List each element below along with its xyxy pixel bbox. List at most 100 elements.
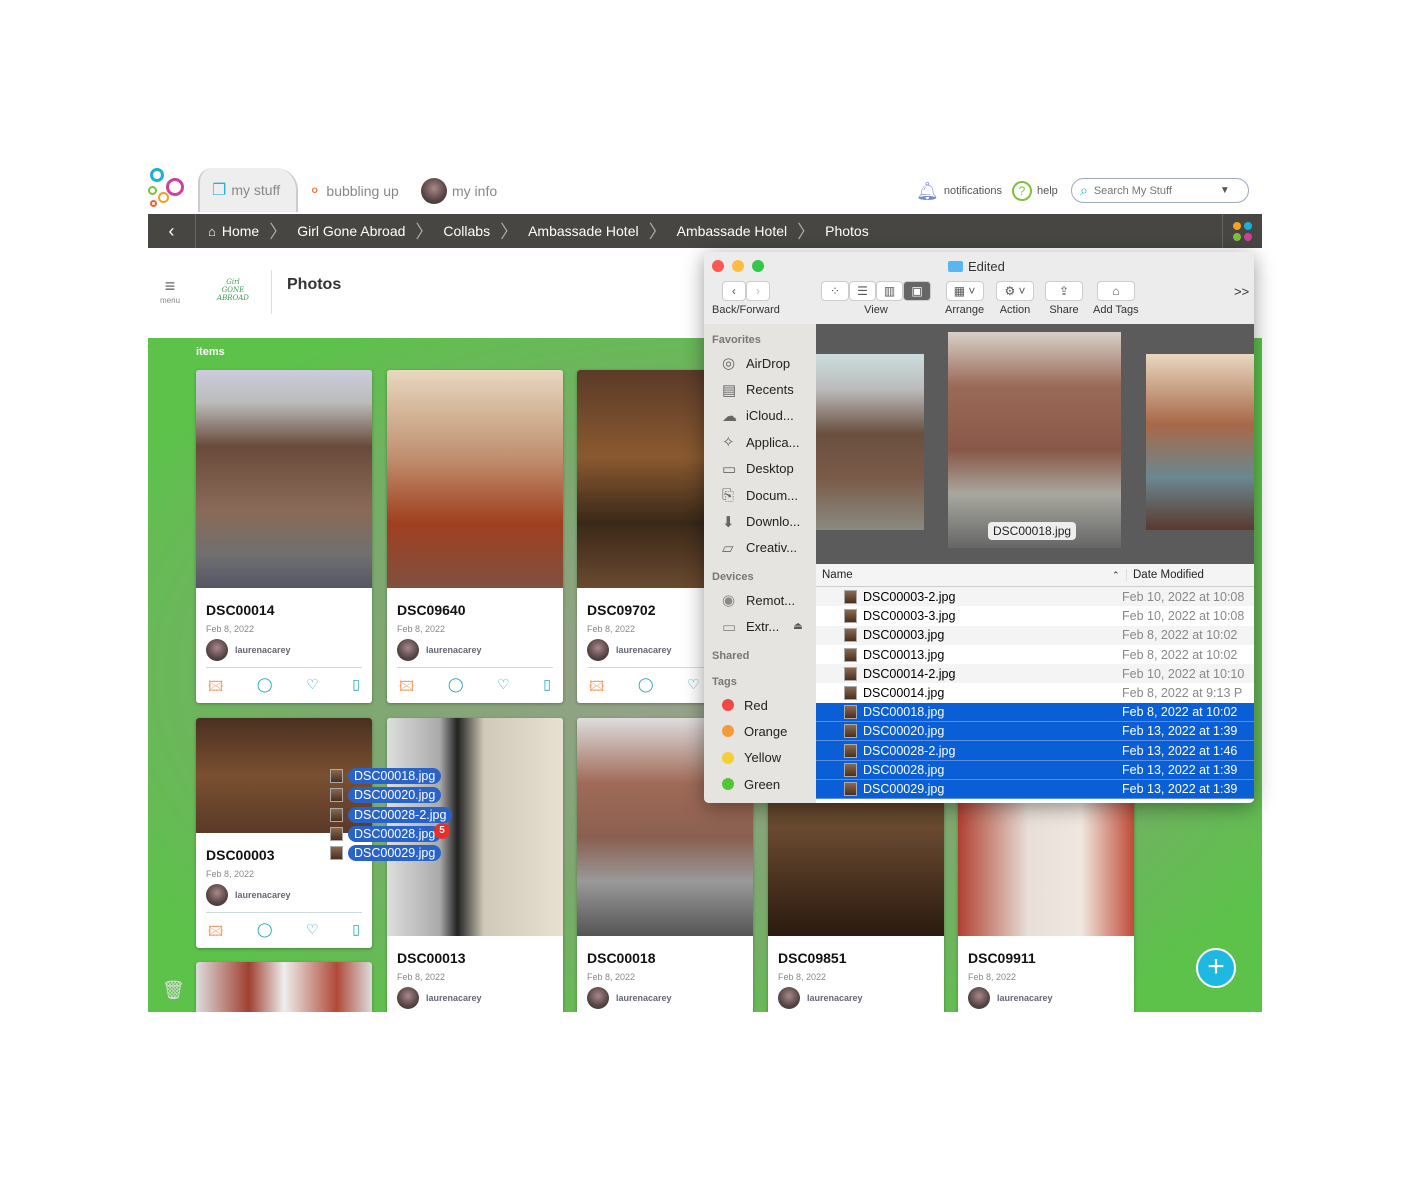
file-row[interactable]: DSC00028-2.jpg Feb 13, 2022 at 1:46 bbox=[816, 741, 1254, 761]
chevron-right-icon: 〉 bbox=[648, 222, 667, 242]
column-header-date[interactable]: Date Modified bbox=[1126, 569, 1204, 581]
document-icon[interactable]: ▯ bbox=[352, 676, 360, 700]
file-row[interactable]: DSC00014.jpg Feb 8, 2022 at 9:13 P bbox=[816, 683, 1254, 702]
photo-thumbnail[interactable] bbox=[387, 370, 563, 588]
breadcrumb-item[interactable]: Ambassade Hotel bbox=[528, 223, 639, 239]
sidebar-item[interactable]: ◎ AirDrop bbox=[704, 350, 816, 376]
back-button[interactable]: ‹ bbox=[148, 214, 196, 248]
apps-grid-button[interactable] bbox=[1222, 214, 1262, 248]
file-date: Feb 8, 2022 at 9:13 P bbox=[1122, 686, 1243, 701]
sidebar-tag[interactable]: Red bbox=[704, 692, 816, 718]
breadcrumb-item[interactable]: Ambassade Hotel bbox=[677, 223, 788, 239]
card-owner: laurenacarey bbox=[397, 639, 563, 661]
file-name: DSC00014.jpg bbox=[863, 686, 945, 701]
heart-plus-icon[interactable]: ♡ bbox=[306, 676, 319, 700]
sidebar-item[interactable]: ▭ Extr... ⏏ bbox=[704, 614, 816, 640]
breadcrumb-item[interactable]: Girl Gone Abroad bbox=[297, 223, 405, 239]
file-row[interactable]: DSC00003-3.jpg Feb 10, 2022 at 10:08 bbox=[816, 606, 1254, 625]
sidebar-tag[interactable]: Green bbox=[704, 771, 816, 797]
card-title[interactable]: DSC00014 bbox=[206, 602, 372, 618]
notifications-link[interactable]: 🔔︎ notifications bbox=[916, 173, 1002, 209]
sidebar-item[interactable]: ▤ Recents bbox=[704, 376, 816, 402]
sidebar-tag[interactable]: Orange bbox=[704, 718, 816, 744]
tab-bubbling-up[interactable]: ⚬ bubbling up bbox=[308, 173, 399, 209]
action-button[interactable]: ⚙ ˅ bbox=[996, 281, 1034, 301]
card-title[interactable]: DSC09911 bbox=[968, 950, 1134, 966]
icon-view-button[interactable]: ⁘ bbox=[821, 281, 849, 301]
app-logo[interactable] bbox=[148, 168, 188, 210]
gallery-view-button[interactable]: ▣ bbox=[903, 281, 931, 301]
image-icon[interactable]: 🖾︎ bbox=[589, 676, 604, 700]
menu-button[interactable]: ≡ menu bbox=[160, 277, 180, 305]
dropdown-arrow-icon[interactable]: ▼ bbox=[1220, 185, 1230, 196]
file-row[interactable]: DSC00018.jpg Feb 8, 2022 at 10:02 bbox=[816, 702, 1254, 723]
avatar bbox=[206, 884, 228, 906]
heart-plus-icon[interactable]: ♡ bbox=[497, 676, 510, 700]
search-input[interactable] bbox=[1093, 184, 1214, 197]
file-row[interactable]: DSC00029.jpg Feb 13, 2022 at 1:39 bbox=[816, 779, 1254, 800]
breadcrumb-item[interactable]: Photos bbox=[825, 223, 869, 239]
heart-plus-icon[interactable]: ♡ bbox=[687, 676, 700, 700]
sidebar-item[interactable]: ⎘ Docum... bbox=[704, 482, 816, 508]
zoom-window-button[interactable] bbox=[752, 260, 764, 272]
list-view-button[interactable]: ☰ bbox=[849, 281, 876, 301]
thumbnail[interactable] bbox=[816, 354, 924, 530]
comment-icon[interactable]: ◯ bbox=[257, 676, 273, 700]
card-title[interactable]: DSC09851 bbox=[778, 950, 944, 966]
file-row[interactable]: DSC00013.jpg Feb 8, 2022 at 10:02 bbox=[816, 645, 1254, 664]
document-icon[interactable]: ▯ bbox=[543, 676, 551, 700]
tab-my-info[interactable]: my info bbox=[421, 173, 497, 209]
arrange-button[interactable]: ▦ ˅ bbox=[945, 281, 984, 301]
heart-plus-icon[interactable]: ♡ bbox=[306, 921, 319, 945]
file-row[interactable]: DSC00014-2.jpg Feb 10, 2022 at 10:10 bbox=[816, 664, 1254, 684]
sidebar-item[interactable]: ⬇ Downlo... bbox=[704, 508, 816, 534]
column-header-name[interactable]: Name bbox=[816, 569, 1112, 581]
photo-thumbnail[interactable] bbox=[196, 370, 372, 588]
sidebar-tag[interactable]: Yellow bbox=[704, 745, 816, 771]
sidebar-item[interactable]: ☁ iCloud... bbox=[704, 403, 816, 429]
breadcrumb-item[interactable]: ⌂ Home bbox=[208, 223, 259, 239]
sidebar-item[interactable]: ▭ Desktop bbox=[704, 456, 816, 482]
comment-icon[interactable]: ◯ bbox=[448, 676, 464, 700]
image-file-icon bbox=[844, 647, 857, 662]
sidebar-item[interactable]: ✧ Applica... bbox=[704, 429, 816, 455]
photo-card[interactable]: DSC00014 Feb 8, 2022 laurenacarey 🖾︎ ◯ ♡ ▯ bbox=[196, 370, 372, 703]
sidebar-item[interactable]: ◉ Remot... bbox=[704, 587, 816, 613]
add-tags-button[interactable]: ⌂ bbox=[1096, 281, 1135, 301]
file-row[interactable]: DSC00028.jpg Feb 13, 2022 at 1:39 bbox=[816, 760, 1254, 780]
search-box[interactable]: ⌕ ▼ bbox=[1071, 178, 1249, 203]
help-link[interactable]: ? help bbox=[1012, 173, 1058, 209]
trash-icon[interactable]: 🗑︎ bbox=[162, 980, 185, 1001]
photo-card[interactable]: DSC00013 Feb 8, 2022 laurenacarey bbox=[387, 718, 563, 1012]
file-row[interactable]: DSC00020.jpg Feb 13, 2022 at 1:39 bbox=[816, 722, 1254, 742]
comment-icon[interactable]: ◯ bbox=[638, 676, 654, 700]
thumbnail-selected[interactable] bbox=[948, 332, 1121, 548]
forward-button[interactable]: › bbox=[745, 281, 770, 301]
image-icon[interactable]: 🖾︎ bbox=[399, 676, 414, 700]
image-icon[interactable]: 🖾︎ bbox=[208, 676, 223, 700]
add-button[interactable]: + bbox=[1196, 948, 1236, 988]
column-view-button[interactable]: ▥ bbox=[876, 281, 903, 301]
card-title[interactable]: DSC00013 bbox=[397, 950, 563, 966]
close-window-button[interactable] bbox=[712, 260, 724, 272]
card-title[interactable]: DSC00018 bbox=[587, 950, 753, 966]
image-icon[interactable]: 🖾︎ bbox=[208, 921, 223, 945]
card-title[interactable]: DSC09640 bbox=[397, 602, 563, 618]
drag-file: DSC00020.jpg bbox=[330, 787, 442, 804]
sidebar-item[interactable]: ▱ Creativ... bbox=[704, 535, 816, 561]
photo-card[interactable] bbox=[196, 962, 372, 1012]
file-row[interactable]: DSC00003.jpg Feb 8, 2022 at 10:02 bbox=[816, 625, 1254, 645]
back-button[interactable]: ‹ bbox=[721, 281, 746, 301]
eject-icon[interactable]: ⏏ bbox=[793, 621, 802, 632]
more-toolbar-button[interactable]: >> bbox=[1234, 284, 1249, 299]
minimize-window-button[interactable] bbox=[732, 260, 744, 272]
share-button[interactable]: ⇪ bbox=[1045, 281, 1083, 301]
image-file-icon bbox=[844, 589, 857, 604]
file-row[interactable]: DSC00003-2.jpg Feb 10, 2022 at 10:08 bbox=[816, 587, 1254, 607]
breadcrumb-item[interactable]: Collabs bbox=[443, 223, 490, 239]
photo-card[interactable]: DSC09640 Feb 8, 2022 laurenacarey 🖾︎ ◯ ♡ ▯ bbox=[387, 370, 563, 703]
document-icon[interactable]: ▯ bbox=[352, 921, 360, 945]
comment-icon[interactable]: ◯ bbox=[257, 921, 273, 945]
tab-my-stuff[interactable]: ❐ my stuff bbox=[198, 168, 298, 212]
thumbnail[interactable] bbox=[1146, 354, 1254, 530]
